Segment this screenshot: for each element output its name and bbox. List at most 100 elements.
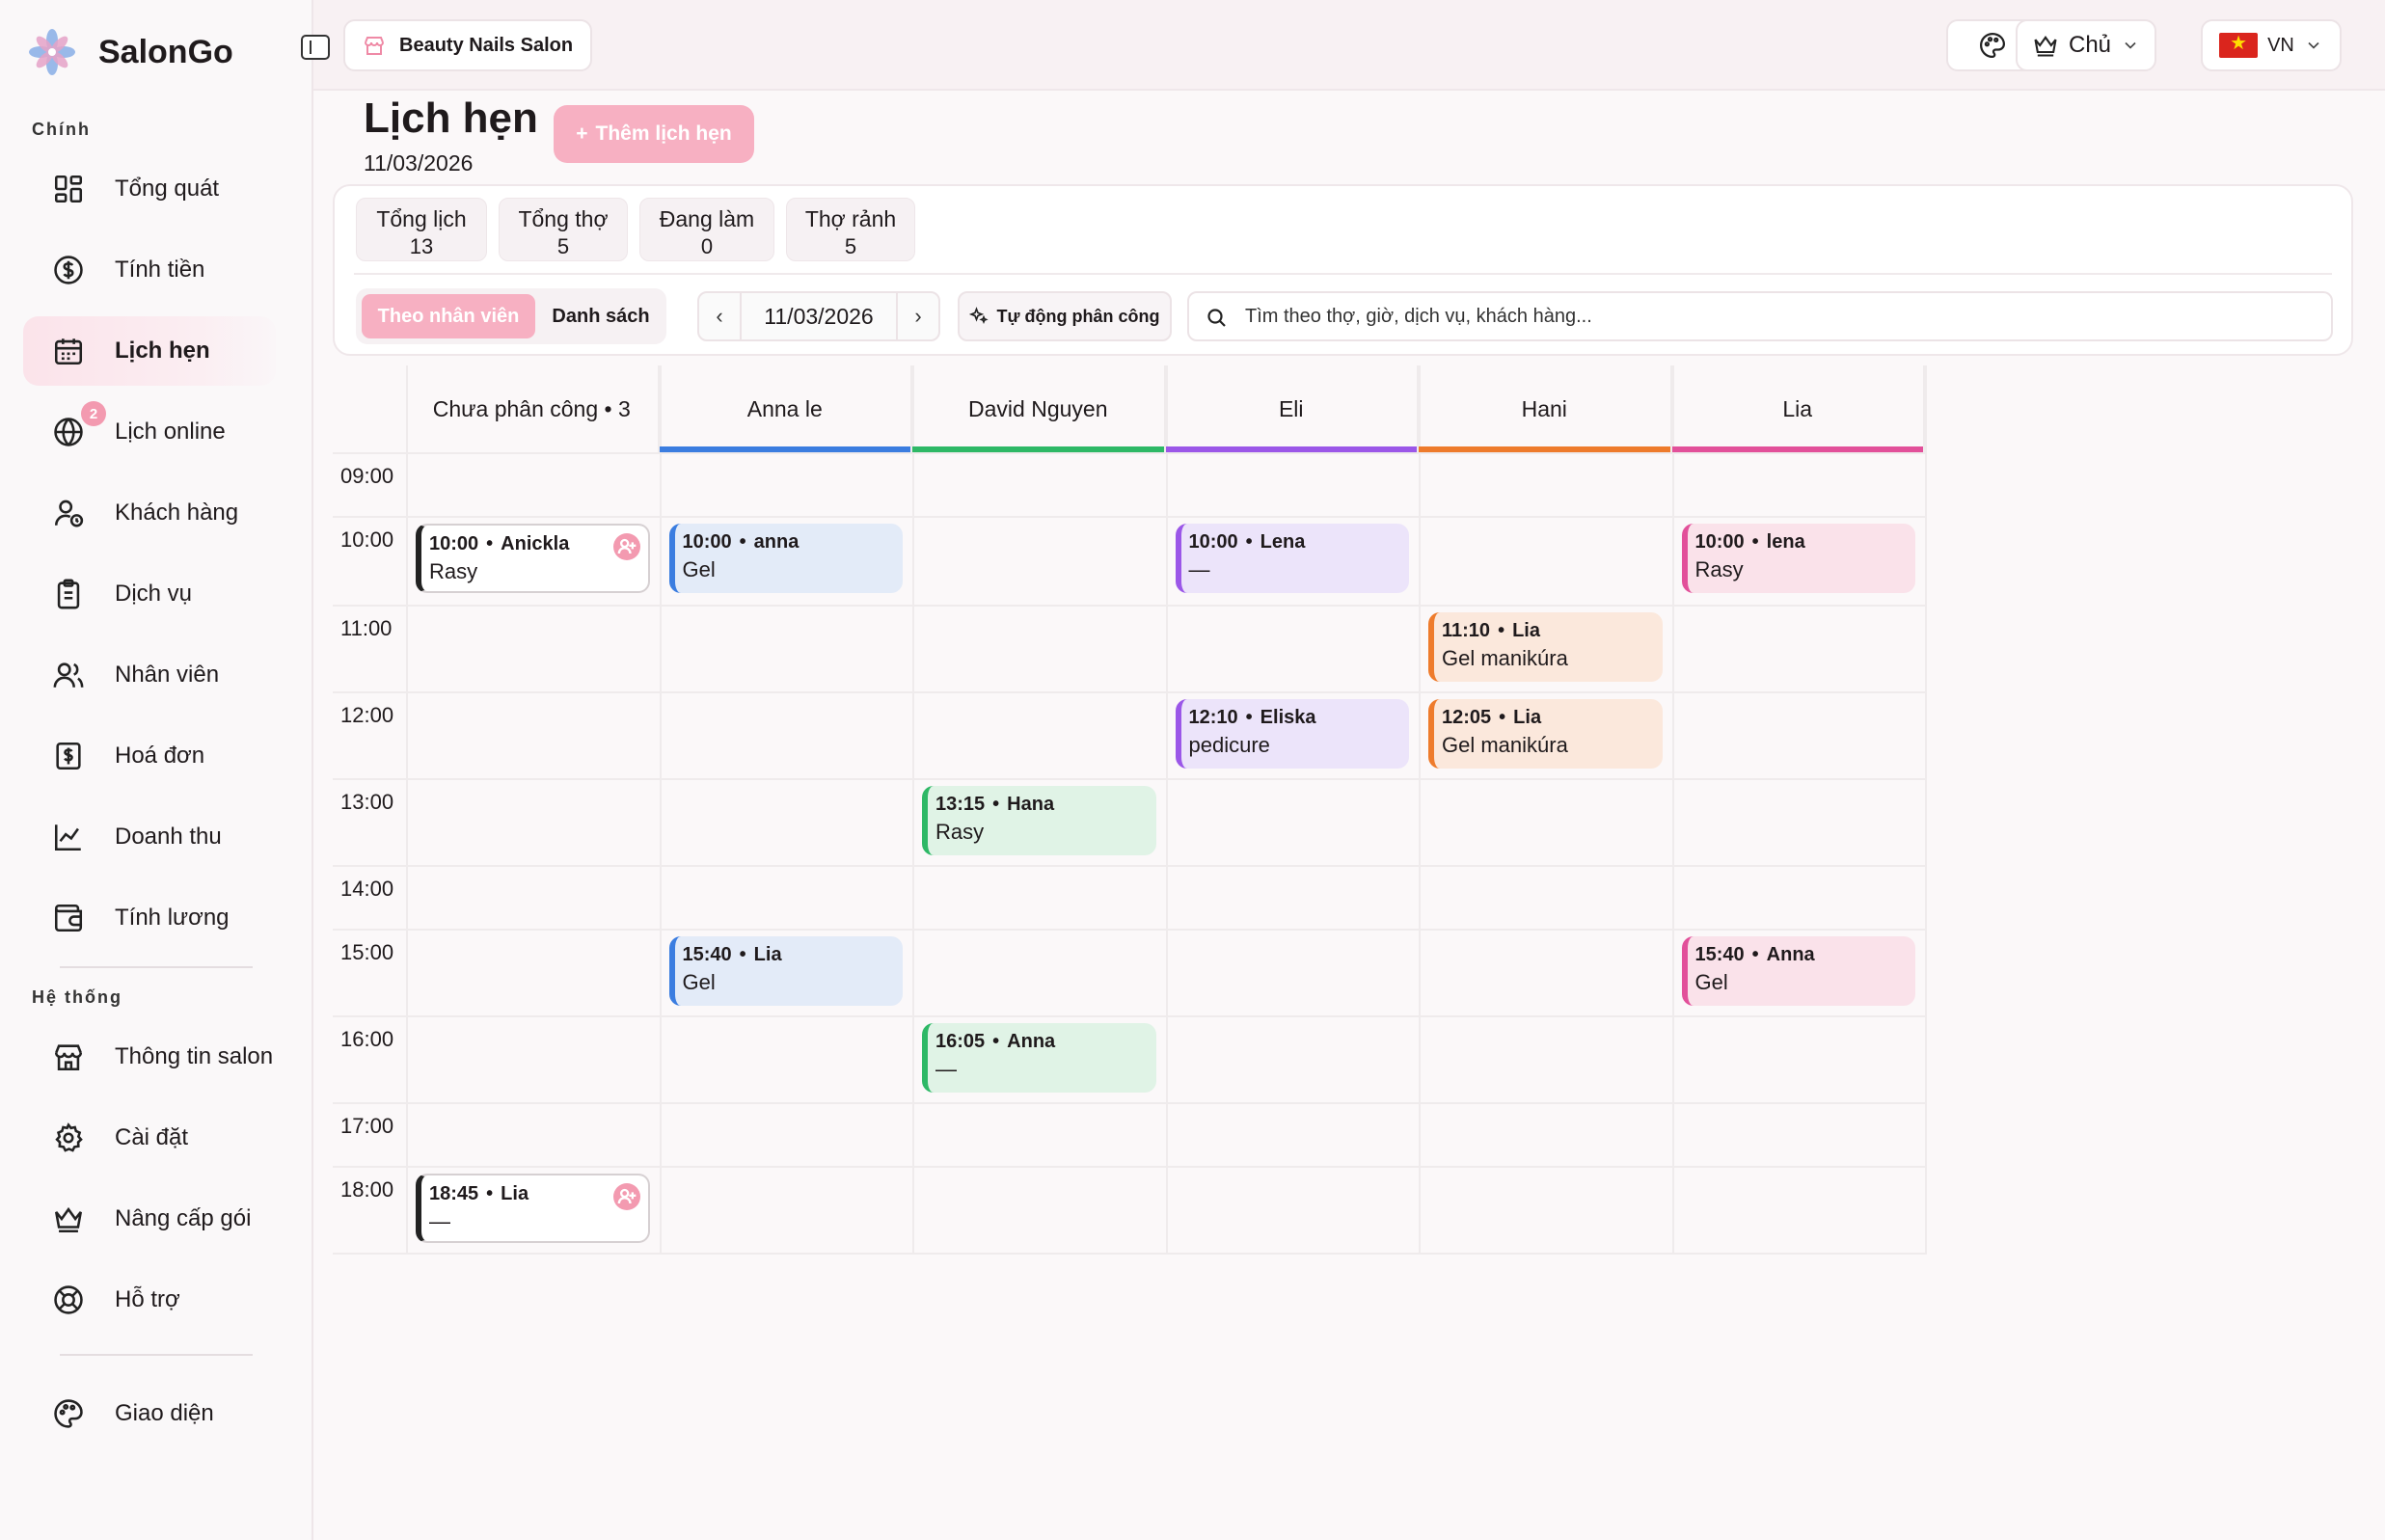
sidebar-item-revenue[interactable]: Doanh thu	[23, 802, 276, 872]
sidebar-item-upgrade[interactable]: Nâng cấp gói	[23, 1184, 276, 1254]
assign-staff-icon[interactable]	[612, 533, 640, 560]
sidebar-item-label: Tính lương	[115, 905, 230, 931]
salon-switcher[interactable]: Beauty Nails Salon	[343, 19, 593, 71]
stat-available-staff: Thợ rảnh 5	[786, 198, 915, 261]
appointment-card[interactable]: 12:10 • Eliska pedicure	[1175, 699, 1409, 769]
user-clock-icon	[54, 500, 84, 527]
search-icon	[1207, 309, 1226, 327]
appointment-time: 10:00	[1188, 531, 1238, 553]
page-title: Lịch hẹn	[364, 95, 538, 142]
column-title: Lia	[1782, 395, 1813, 421]
appointment-card[interactable]: 16:05 • Anna —	[922, 1023, 1156, 1093]
appointment-time: 13:15	[935, 794, 986, 815]
auto-assign-button[interactable]: Tự động phân công	[958, 291, 1172, 341]
appointment-header: 10:00 • anna	[683, 531, 904, 554]
sidebar-item-invoices[interactable]: Hoá đơn	[23, 721, 276, 791]
appointment-service: Rasy	[429, 559, 478, 583]
column-title: Hani	[1521, 395, 1567, 421]
date-picker[interactable]: 11/03/2026	[742, 293, 896, 339]
appointment-service: pedicure	[1188, 733, 1270, 757]
hour-row[interactable]: 14:00	[333, 865, 1926, 929]
sidebar-item-label: Dịch vụ	[115, 581, 193, 607]
store-icon	[54, 1044, 83, 1071]
hour-row[interactable]: 12:00	[333, 691, 1926, 778]
lifebuoy-icon	[54, 1285, 83, 1314]
search-input[interactable]	[1245, 293, 2306, 339]
view-list-tab[interactable]: Danh sách	[539, 294, 663, 338]
appointment-customer: Lia	[1512, 620, 1540, 641]
role-label: Chủ	[2068, 32, 2112, 58]
appointment-card[interactable]: 18:45 • Lia —	[416, 1174, 650, 1243]
sidebar-item-salon-info[interactable]: Thông tin salon	[23, 1022, 276, 1092]
sidebar-item-staff[interactable]: Nhân viên	[23, 640, 276, 710]
logo-icon	[29, 29, 75, 75]
sidebar-item-payroll[interactable]: Tính lương	[23, 883, 276, 953]
appointment-card[interactable]: 10:00 • lena Rasy	[1681, 524, 1916, 593]
hour-label: 13:00	[340, 790, 394, 814]
appointment-time: 18:45	[429, 1183, 479, 1204]
appointment-card[interactable]: 12:05 • Lia Gel manikúra	[1428, 699, 1663, 769]
prev-day-button[interactable]: ‹	[699, 293, 742, 339]
hour-row[interactable]: 11:00	[333, 605, 1926, 691]
separator-dot: •	[1499, 707, 1506, 728]
appointment-card[interactable]: 10:00 • Lena —	[1175, 524, 1409, 593]
appointment-card[interactable]: 10:00 • Anickla Rasy	[416, 524, 650, 593]
appointment-card[interactable]: 15:40 • Anna Gel	[1681, 936, 1915, 1006]
appointment-time: 15:40	[1694, 944, 1745, 965]
role-selector[interactable]: Chủ	[2016, 19, 2156, 71]
sidebar-item-customers[interactable]: Khách hàng	[23, 478, 276, 548]
hour-row[interactable]: 09:00	[333, 452, 1926, 516]
appointment-customer: Anickla	[501, 533, 570, 554]
toolbar-card: Tổng lịch 13 Tổng thợ 5 Đang làm 0 Thợ r…	[333, 184, 2353, 356]
separator-dot: •	[486, 533, 494, 554]
sidebar-item-label: Thông tin salon	[115, 1043, 274, 1069]
appointment-customer: Anna	[1007, 1031, 1056, 1052]
palette-icon	[54, 1399, 83, 1428]
hour-row[interactable]: 17:00	[333, 1102, 1926, 1166]
language-selector[interactable]: VN	[2201, 19, 2342, 71]
hour-label: 09:00	[340, 464, 394, 488]
view-by-staff-tab[interactable]: Theo nhân viên	[362, 294, 535, 338]
clipboard-icon	[57, 579, 80, 609]
appointment-header: 10:00 • lena	[1695, 531, 1916, 554]
column-header-staff: Anna le	[659, 365, 912, 452]
users-icon	[53, 662, 84, 688]
separator-dot: •	[739, 531, 746, 553]
separator-dot: •	[1245, 707, 1253, 728]
appointment-card[interactable]: 13:15 • Hana Rasy	[922, 786, 1156, 855]
appointment-card[interactable]: 11:10 • Lia Gel manikúra	[1428, 612, 1663, 682]
store-icon	[365, 37, 384, 55]
section-label-main: Chính	[32, 120, 91, 139]
sidebar-item-checkout[interactable]: Tính tiền	[23, 235, 276, 305]
sidebar-toggle-button[interactable]	[301, 35, 330, 60]
language-label: VN	[2267, 34, 2294, 56]
add-appointment-button[interactable]: + Thêm lịch hẹn	[554, 105, 754, 163]
appointment-card[interactable]: 15:40 • Lia Gel	[668, 936, 903, 1006]
hour-label: 16:00	[340, 1027, 394, 1051]
appointment-time: 12:05	[1442, 707, 1492, 728]
appointment-card[interactable]: 10:00 • anna Gel	[668, 524, 904, 593]
sidebar-item-support[interactable]: Hỗ trợ	[23, 1265, 276, 1335]
calendar-icon	[54, 338, 83, 365]
gear-icon	[55, 1122, 83, 1152]
appointment-customer: Lena	[1260, 531, 1306, 553]
sidebar-item-label: Nâng cấp gói	[115, 1205, 252, 1231]
stat-value: 5	[556, 234, 570, 258]
column-header-staff: Eli	[1165, 365, 1419, 452]
assign-staff-icon[interactable]	[612, 1183, 640, 1210]
sidebar-item-theme[interactable]: Giao diện	[23, 1379, 276, 1448]
sidebar-item-overview[interactable]: Tổng quát	[23, 154, 276, 224]
next-day-button[interactable]: ›	[896, 293, 938, 339]
brand[interactable]: SalonGo	[27, 27, 233, 77]
appointment-header: 13:15 • Hana	[935, 794, 1156, 816]
dollar-circle-icon	[54, 256, 83, 284]
sidebar-item-services[interactable]: Dịch vụ	[23, 559, 276, 629]
appointment-customer: Lia	[501, 1183, 529, 1204]
sidebar-item-appointments[interactable]: Lịch hẹn	[23, 316, 276, 386]
sidebar-item-settings[interactable]: Cài đặt	[23, 1103, 276, 1173]
sidebar-item-online-booking[interactable]: 2 Lịch online	[23, 397, 276, 467]
section-label-system: Hệ thống	[32, 987, 122, 1007]
separator-dot: •	[1751, 531, 1759, 553]
auto-assign-label: Tự động phân công	[996, 306, 1160, 326]
sidebar-item-label: Lịch online	[115, 419, 226, 445]
